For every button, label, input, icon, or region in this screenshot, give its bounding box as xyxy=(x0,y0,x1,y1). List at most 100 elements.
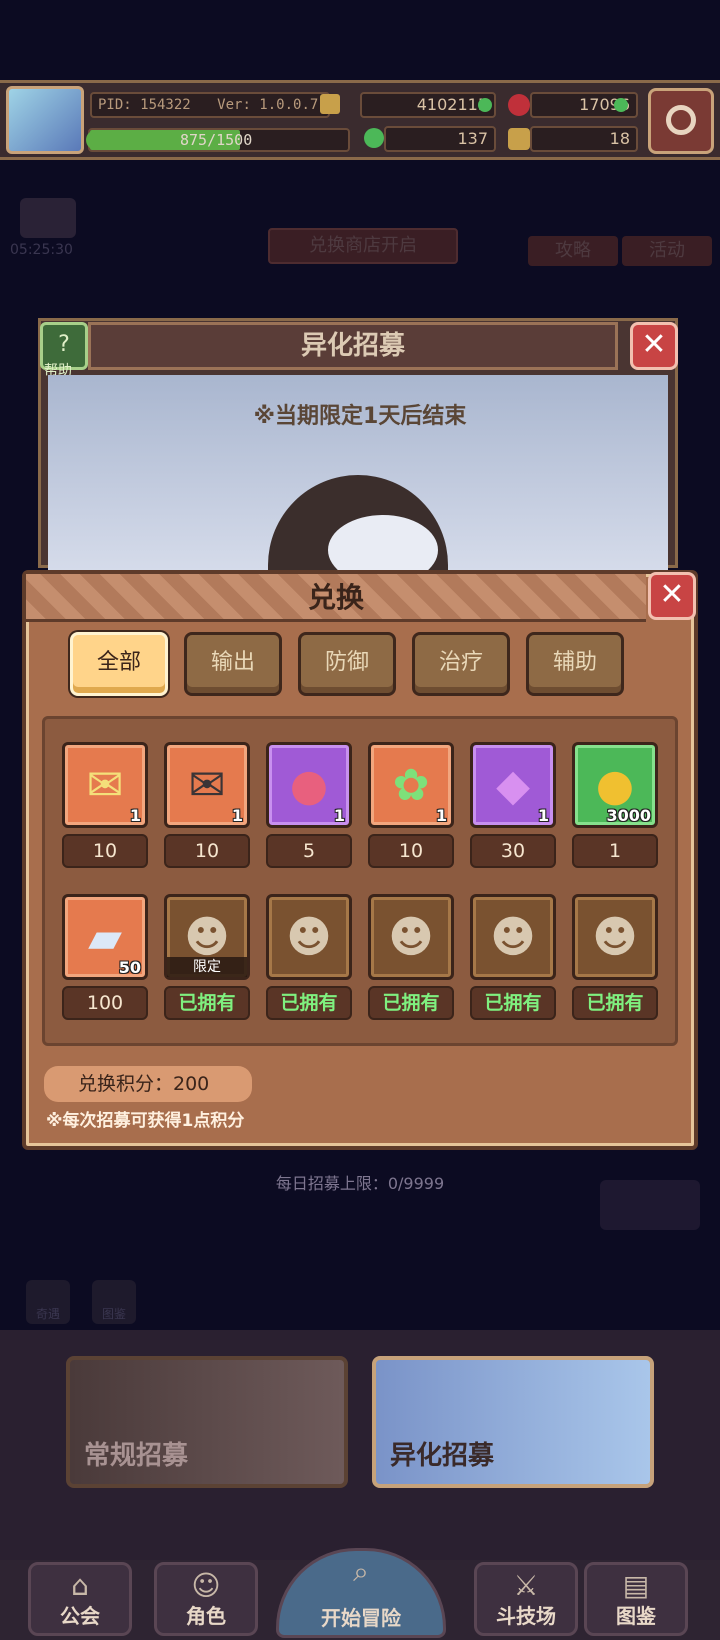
special-recruit-label: 异化招募 xyxy=(390,1441,495,1471)
add-gold-icon[interactable] xyxy=(478,98,492,112)
exchange-item[interactable]: ☻ 限定 xyxy=(164,894,250,980)
player-avatar[interactable] xyxy=(6,86,84,154)
normal-recruit-label: 常规招募 xyxy=(84,1441,189,1471)
dark-letter-icon: ✉ xyxy=(188,759,226,811)
key-counter: 18 xyxy=(530,126,638,152)
hero-portrait-icon: ☻ xyxy=(286,911,332,963)
item-price: 10 xyxy=(164,834,250,868)
nav-label: 公会 xyxy=(60,1604,100,1628)
clover-counter: 137 xyxy=(384,126,496,152)
item-price: 已拥有 xyxy=(164,986,250,1020)
exchange-item[interactable]: ☻ xyxy=(266,894,352,980)
gold-coin-icon: ● xyxy=(595,759,635,811)
clover-value: 137 xyxy=(457,129,488,148)
key-icon xyxy=(508,128,530,150)
item-quantity: 1 xyxy=(129,806,141,825)
tab-1[interactable]: 全部 xyxy=(70,632,168,696)
item-price: 30 xyxy=(470,834,556,868)
game-screen: PID: 154322 Ver: 1.0.0.7 875/1500 410211… xyxy=(0,0,720,1640)
item-quantity: 1 xyxy=(537,806,549,825)
settings-gear-icon[interactable] xyxy=(648,88,714,154)
add-gem-icon[interactable] xyxy=(614,98,628,112)
exchange-item[interactable]: ● 3000 xyxy=(572,742,658,828)
crossed-swords-icon: ⚔ xyxy=(513,1569,539,1602)
nav-1[interactable]: ⌂ 公会 xyxy=(28,1562,132,1636)
item-price: 10 xyxy=(62,834,148,868)
exchange-item[interactable]: ☻ xyxy=(470,894,556,980)
tab-3[interactable]: 防御 xyxy=(298,632,396,696)
pink-fruit-icon: ● xyxy=(289,759,329,811)
mini-button-2[interactable]: 图鉴 xyxy=(92,1280,136,1324)
item-price: 已拥有 xyxy=(470,986,556,1020)
shop-icon: ⌂ xyxy=(71,1569,89,1602)
stamina-leaf-icon xyxy=(86,130,106,150)
item-price: 5 xyxy=(266,834,352,868)
exchange-close-icon[interactable]: ✕ xyxy=(648,572,696,620)
exchange-open-banner[interactable]: 兑换商店开启 xyxy=(268,228,458,264)
item-quantity: 1 xyxy=(435,806,447,825)
item-quantity: 3000 xyxy=(606,806,651,825)
puzzle-piece-icon: ▰ xyxy=(88,911,122,963)
mail-icon[interactable] xyxy=(320,94,340,114)
item-quantity: 50 xyxy=(118,958,141,977)
item-quantity: 1 xyxy=(333,806,345,825)
nav-4[interactable]: ⚔ 斗技场 xyxy=(474,1562,578,1636)
normal-recruit-banner[interactable]: 常规招募 xyxy=(66,1356,348,1488)
stamina-bar: 875/1500 xyxy=(88,128,350,152)
hero-portrait-icon: ☻ xyxy=(184,911,230,963)
item-quantity: 1 xyxy=(231,806,243,825)
nav-label: 斗技场 xyxy=(496,1604,556,1628)
hero-portrait-icon: ☻ xyxy=(388,911,434,963)
points-note: ※每次招募可获得1点积分 xyxy=(46,1111,245,1131)
guide-button[interactable]: 攻略 xyxy=(528,236,618,266)
exchange-item[interactable]: ☻ xyxy=(572,894,658,980)
purple-crystal-icon: ◆ xyxy=(496,759,530,811)
pid-label: PID: 154322 xyxy=(98,97,191,113)
tab-2[interactable]: 输出 xyxy=(184,632,282,696)
gold-value: 4102115 xyxy=(416,95,488,114)
bg-decoration xyxy=(600,1180,700,1230)
gold-counter: 4102115 xyxy=(360,92,496,118)
exchange-item[interactable]: ✉ 1 xyxy=(164,742,250,828)
limited-notice: ※当期限定1天后结束 xyxy=(253,404,467,429)
item-price: 10 xyxy=(368,834,454,868)
yellow-letter-icon: ✉ xyxy=(86,759,124,811)
item-price: 1 xyxy=(572,834,658,868)
countdown-text: 05:25:30 xyxy=(10,242,73,258)
character-icon: ☺ xyxy=(191,1569,221,1602)
limited-tag: 限定 xyxy=(167,957,247,977)
nav-2[interactable]: ☺ 角色 xyxy=(154,1562,258,1636)
clover-icon: ✿ xyxy=(392,759,430,811)
exchange-item[interactable]: ▰ 50 xyxy=(62,894,148,980)
item-price: 已拥有 xyxy=(368,986,454,1020)
hero-portrait-icon: ☻ xyxy=(592,911,638,963)
exchange-item[interactable]: ◆ 1 xyxy=(470,742,556,828)
exchange-item[interactable]: ✿ 1 xyxy=(368,742,454,828)
exchange-points: 兑换积分：200 xyxy=(44,1066,252,1102)
nav-3[interactable]: ⌕ 开始冒险 xyxy=(276,1548,446,1638)
exchange-item[interactable]: ● 1 xyxy=(266,742,352,828)
nav-5[interactable]: ▤ 图鉴 xyxy=(584,1562,688,1636)
key-value: 18 xyxy=(609,129,630,148)
item-price: 100 xyxy=(62,986,148,1020)
exchange-title: 兑换 xyxy=(307,581,364,614)
magnifier-icon: ⌕ xyxy=(353,1555,369,1588)
event-button[interactable]: 活动 xyxy=(622,236,712,266)
ruby-icon xyxy=(508,94,530,116)
version-label: Ver: 1.0.0.7 xyxy=(217,97,319,113)
item-price: 已拥有 xyxy=(266,986,352,1020)
gift-icon[interactable] xyxy=(20,198,76,238)
recruit-title: 异化招募 xyxy=(300,331,405,361)
tab-5[interactable]: 辅助 xyxy=(526,632,624,696)
hero-portrait-icon: ☻ xyxy=(490,911,536,963)
mini-button-1[interactable]: 奇遇 xyxy=(26,1280,70,1324)
recruit-close-icon[interactable]: ✕ xyxy=(630,322,678,370)
nav-label: 图鉴 xyxy=(616,1604,656,1628)
tab-4[interactable]: 治疗 xyxy=(412,632,510,696)
clover-small-icon xyxy=(364,128,384,148)
special-recruit-banner[interactable]: 异化招募 xyxy=(372,1356,654,1488)
exchange-item[interactable]: ☻ xyxy=(368,894,454,980)
stamina-text: 875/1500 xyxy=(180,131,253,149)
item-price: 已拥有 xyxy=(572,986,658,1020)
exchange-item[interactable]: ✉ 1 xyxy=(62,742,148,828)
